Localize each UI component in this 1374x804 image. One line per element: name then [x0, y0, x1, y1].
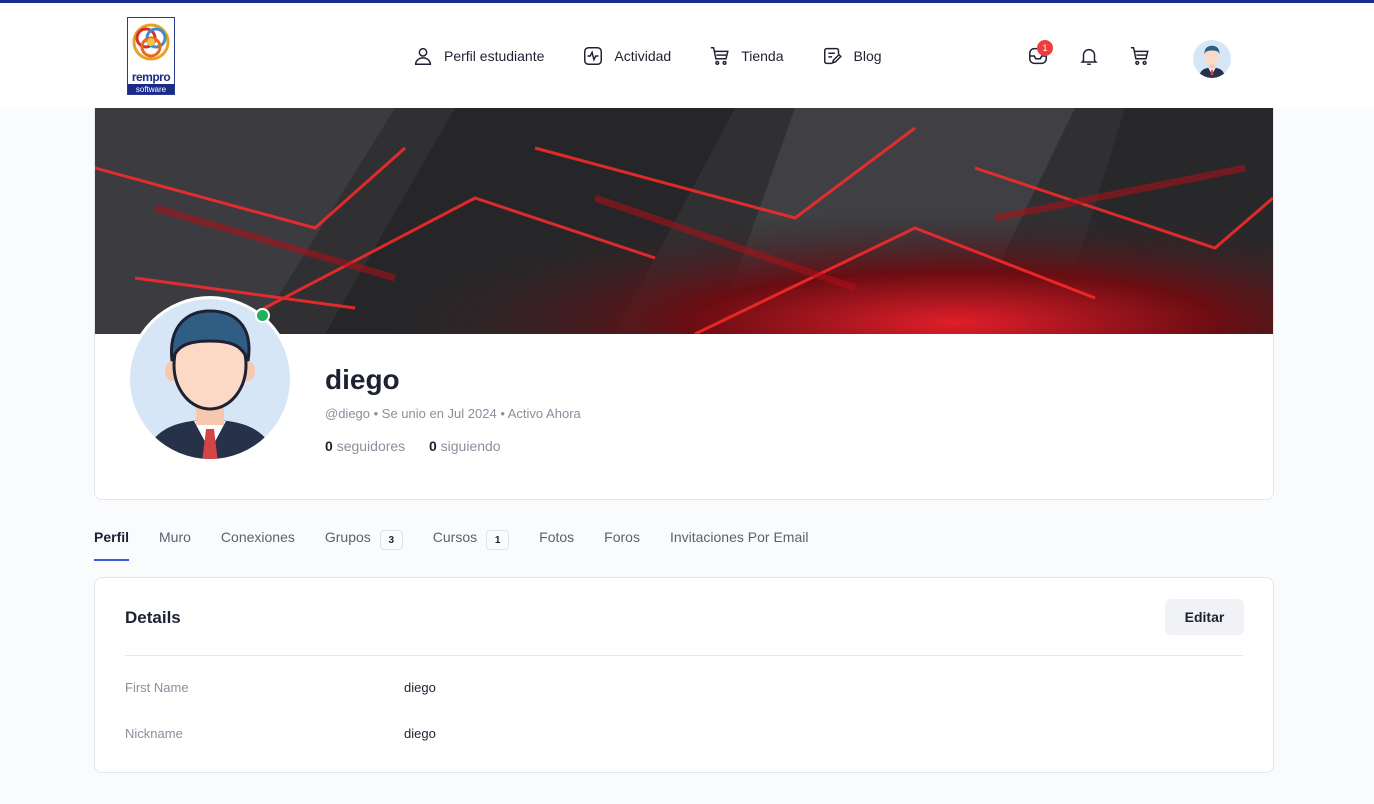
following-label: siguiendo: [440, 438, 501, 454]
edit-button[interactable]: Editar: [1165, 599, 1244, 635]
tab-invitaciones-por-email[interactable]: Invitaciones Por Email: [670, 529, 809, 561]
nav-label: Perfil estudiante: [444, 48, 545, 64]
nav-label: Tienda: [741, 48, 784, 64]
tab-fotos[interactable]: Fotos: [539, 529, 574, 561]
nav-label: Actividad: [614, 48, 672, 64]
main-nav: Perfil estudiante Actividad Tienda Blog: [412, 41, 920, 71]
blog-icon: [823, 47, 842, 65]
followers-count: 0: [325, 438, 333, 454]
cart-icon[interactable]: [1129, 45, 1151, 67]
following-link[interactable]: 0 siguiendo: [429, 438, 501, 454]
field-label-first-name: First Name: [125, 680, 189, 695]
tab-label: Invitaciones Por Email: [669, 529, 809, 545]
tab-count-badge: 3: [379, 530, 403, 550]
activity-icon: [584, 47, 603, 65]
tab-label: Muro: [159, 529, 191, 545]
tab-label: Conexiones: [220, 529, 295, 545]
cover-art: [95, 108, 1273, 334]
site-logo[interactable]: rempro software: [127, 17, 175, 95]
cover-image: [95, 108, 1273, 334]
tab-foros[interactable]: Foros: [604, 529, 640, 561]
details-divider: [125, 655, 1243, 656]
followers-label: seguidores: [336, 438, 406, 454]
tab-label: Cursos: [432, 529, 478, 545]
nav-actividad[interactable]: Actividad: [582, 45, 671, 67]
following-count: 0: [428, 438, 437, 454]
details-title: Details: [125, 608, 181, 627]
nav-perfil-estudiante[interactable]: Perfil estudiante: [412, 45, 544, 67]
logo-subword: software: [128, 84, 174, 94]
field-value-nickname: diego: [404, 726, 436, 741]
tab-label: Fotos: [539, 529, 575, 545]
nav-blog[interactable]: Blog: [822, 45, 882, 67]
followers-link[interactable]: 0 seguidores: [325, 438, 405, 454]
profile-avatar-icon: [144, 309, 276, 459]
field-value-first-name: diego: [404, 680, 436, 695]
profile-tabs: Perfil Muro Conexiones Grupos 3 Cursos 1 F…: [94, 529, 838, 561]
nav-label: Blog: [853, 48, 882, 64]
profile-name: diego: [325, 364, 400, 395]
profile-avatar[interactable]: [127, 296, 293, 462]
user-avatar-icon: [1198, 45, 1226, 78]
online-status-indicator: [255, 308, 270, 323]
logo-mark-icon: [132, 23, 170, 61]
tab-label: Grupos: [324, 529, 371, 545]
field-label-nickname: Nickname: [125, 726, 183, 741]
tab-count-badge: 1: [486, 530, 510, 550]
tab-muro[interactable]: Muro: [159, 529, 191, 561]
inbox-badge: 1: [1037, 40, 1053, 56]
tab-label: Foros: [604, 529, 640, 545]
details-card: Details Editar First Name diego Nickname…: [94, 577, 1274, 773]
profile-meta: @diego • Se unio en Jul 2024 • Activo Ah…: [325, 406, 581, 421]
logo-wordmark: rempro: [131, 70, 171, 84]
cart-icon: [711, 47, 729, 65]
user-avatar[interactable]: [1193, 40, 1231, 78]
user-icon: [414, 47, 432, 65]
tab-perfil[interactable]: Perfil: [94, 529, 130, 561]
tab-grupos[interactable]: Grupos 3: [325, 529, 403, 561]
profile-follow-stats: 0 seguidores 0 siguiendo: [325, 438, 501, 454]
tab-label: Perfil: [94, 529, 130, 545]
tab-conexiones[interactable]: Conexiones: [221, 529, 295, 561]
bell-icon[interactable]: [1078, 45, 1100, 67]
tab-cursos[interactable]: Cursos 1: [432, 529, 510, 561]
site-header: rempro software Perfil estudiante Activi…: [0, 3, 1374, 108]
nav-tienda[interactable]: Tienda: [709, 45, 784, 67]
